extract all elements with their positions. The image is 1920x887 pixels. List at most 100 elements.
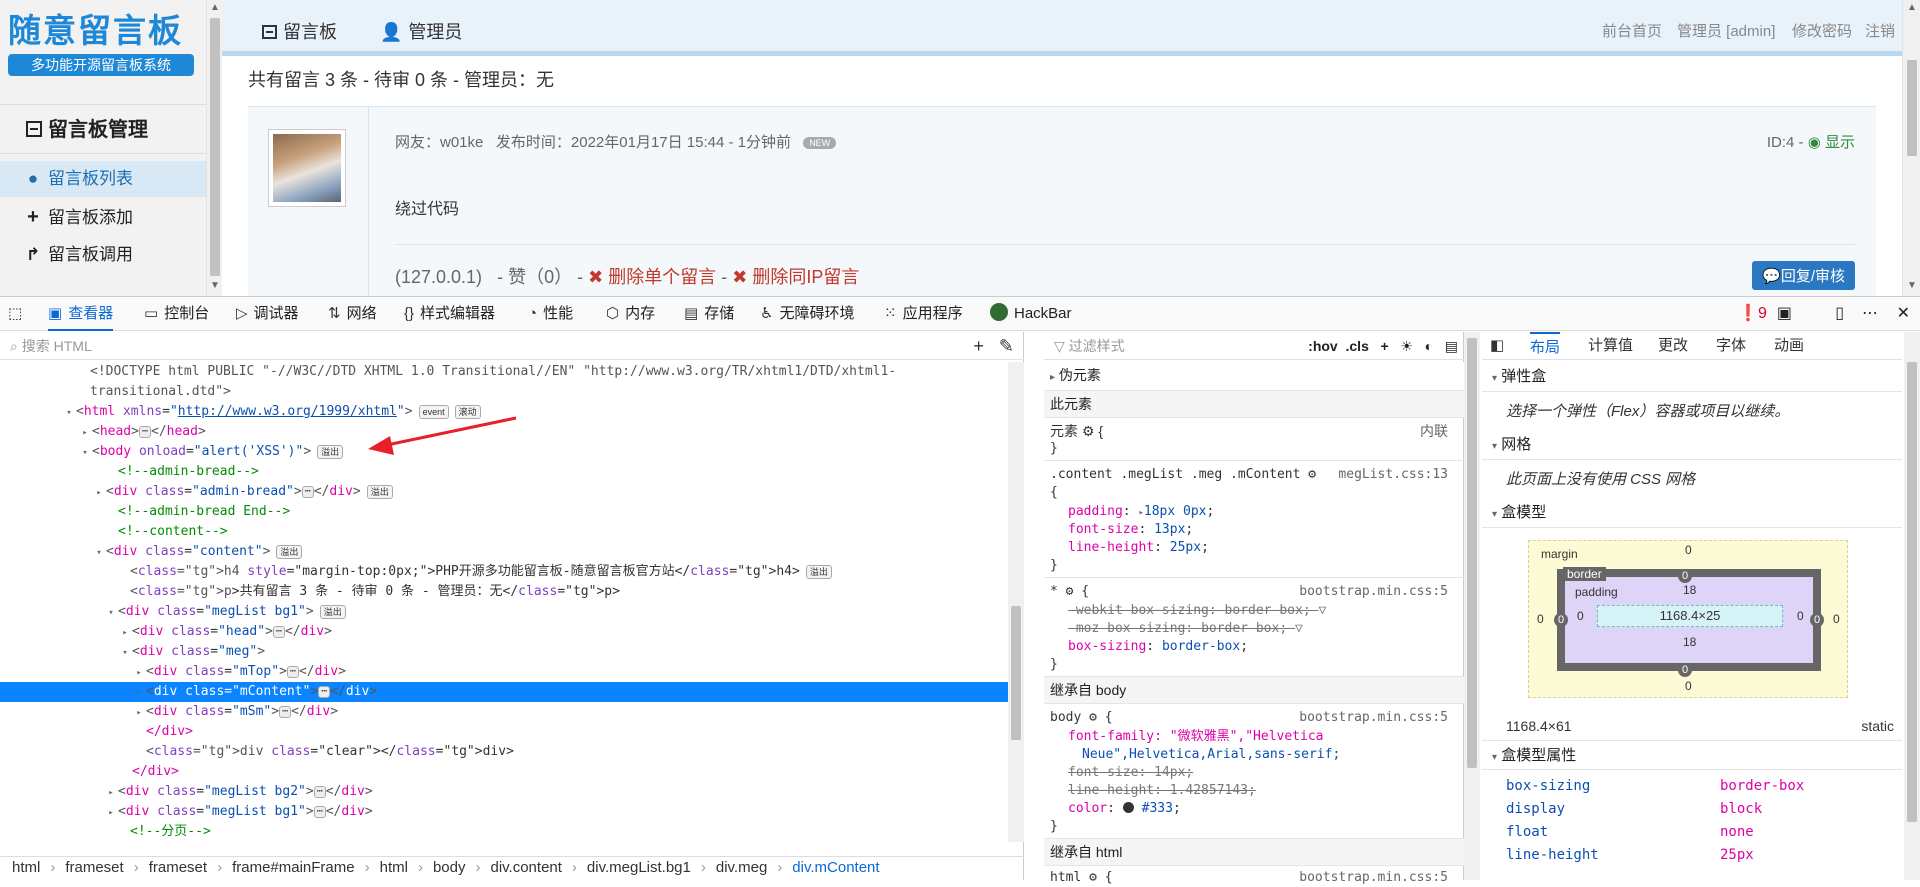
markup-node[interactable]: <class="tg">div class="clear"></class="t… [0,742,1008,762]
collapse-arrow-icon[interactable]: ▸ [132,683,146,703]
box-model-section-toggle[interactable]: ▾ 盒模型 [1482,498,1902,528]
add-node-icon[interactable]: + [973,336,984,356]
dark-theme-icon[interactable]: ◐ [1425,338,1433,354]
tab-computed[interactable]: 计算值 [1588,332,1633,360]
scroll-thumb[interactable] [1907,60,1917,156]
dock-icon[interactable]: ▯ [1835,297,1844,331]
markup-node[interactable]: ▾ <div class="content"> 溢出 [0,542,1008,562]
delete-same-ip-link[interactable]: ✖ 删除同IP留言 [732,267,859,287]
tab-fonts[interactable]: 字体 [1716,332,1746,360]
prop-font-family[interactable]: font-family: "微软雅黑","Helvetica [1068,728,1472,746]
prop-line-height-inherited[interactable]: line-height: 1.42857143; [1068,782,1472,800]
breadcrumb-item[interactable]: div.meg [716,859,767,876]
more-options-icon[interactable]: ⋯ [1862,297,1878,331]
html-search[interactable]: ⌕ 搜索 HTML + ✎ [0,332,1024,360]
breadcrumb-item[interactable]: body [433,859,466,876]
expand-arrow-icon[interactable]: ▾ [62,403,76,423]
gear-icon[interactable]: ⚙ [1082,423,1095,439]
breadcrumb-item[interactable]: div.megList.bg1 [587,859,691,876]
collapse-arrow-icon[interactable]: ▸ [104,783,118,803]
markup-scrollbar[interactable] [1008,362,1024,842]
border-bottom-value[interactable]: 0 [1678,663,1692,677]
node-badge[interactable]: 溢出 [319,604,346,619]
rule-body[interactable]: body ⚙ {bootstrap.min.css:5 [1050,709,1454,727]
margin-top-value[interactable]: 0 [1685,543,1692,557]
expand-arrow-icon[interactable]: ▾ [92,543,106,563]
grid-section-toggle[interactable]: ▾ 网格 [1482,430,1902,460]
markup-node[interactable]: ▸ <div class="head"> ⋯ </div> [0,622,1008,642]
breadcrumb-item[interactable]: frameset [65,859,123,876]
nav-admin-link[interactable]: 管理员 [admin] [1677,20,1775,41]
tab-memory[interactable]: ⬡ 内存 [606,297,655,331]
nav-logout-link[interactable]: 注销 [1865,20,1895,41]
rule-megList[interactable]: .content .megList .meg .mContent ⚙ megLis… [1050,466,1454,484]
tab-accessibility[interactable]: ♿ 无障碍环境 [760,297,854,331]
tab-console[interactable]: ▭ 控制台 [144,297,209,331]
node-badge[interactable]: event [418,404,449,419]
layout-scrollbar[interactable] [1904,332,1920,880]
print-media-icon[interactable]: ▤ [1445,338,1458,354]
node-badge[interactable]: 滚动 [454,404,481,419]
element-picker-icon[interactable]: ⬚ [8,297,22,331]
node-badge[interactable]: 溢出 [317,444,344,459]
box-props-toggle[interactable]: ▾ 盒模型属性 [1482,740,1902,770]
rules-filter[interactable]: ▽ 过滤样式 :hov .cls + ☀ ◐ ▤ [1044,332,1464,360]
tab-debugger[interactable]: ▷ 调试器 [236,297,299,331]
nav-admin[interactable]: 👤 管理员 [380,18,462,44]
markup-node[interactable]: </div> [0,722,1008,742]
nav-guestbook[interactable]: 留言板 [262,18,337,44]
nav-frontpage-link[interactable]: 前台首页 [1602,20,1662,41]
breadcrumb-item[interactable]: html [380,859,408,876]
tab-storage[interactable]: ▤ 存储 [684,297,734,331]
html-search-input[interactable]: 搜索 HTML [22,338,92,354]
cls-toggle[interactable]: .cls [1346,338,1369,354]
padding-right-value[interactable]: 0 [1797,609,1804,623]
markup-comment[interactable]: <!--分页--> [0,822,1008,842]
gear-icon[interactable]: ⚙ [1089,870,1097,885]
tab-animations[interactable]: 动画 [1774,332,1804,360]
margin-left-value[interactable]: 0 [1537,612,1544,626]
filter-icon[interactable]: ▽ [1318,602,1326,620]
collapse-arrow-icon[interactable]: ▸ [104,803,118,823]
node-badge[interactable]: 溢出 [366,484,393,499]
markup-doctype[interactable]: transitional.dtd"> [0,382,1008,402]
filter-icon[interactable]: ▽ [1295,620,1303,638]
sidebar-item-embed[interactable]: ↱ 留言板调用 [0,237,206,273]
markup-node[interactable]: <class="tg">p>共有留言 3 条 - 待审 0 条 - 管理员：无<… [0,582,1008,602]
markup-tree[interactable]: <!DOCTYPE html PUBLIC "-//W3C//DTD XHTML… [0,362,1008,842]
markup-node[interactable]: ▾ <div class="megList bg1"> 溢出 [0,602,1008,622]
breadcrumb-item[interactable]: frame#mainFrame [232,859,355,876]
scroll-thumb[interactable] [210,18,220,276]
prop-line-height[interactable]: line-height: 25px; [1068,539,1472,557]
rule-universal[interactable]: * ⚙ {bootstrap.min.css:5 [1050,583,1454,601]
color-swatch[interactable] [1122,802,1134,813]
markup-comment[interactable]: <!--admin-bread--> [0,462,1008,482]
scroll-up-icon[interactable]: ▲ [210,2,220,13]
rule-html[interactable]: html ⚙ {bootstrap.min.css:5 [1050,869,1454,887]
breadcrumb-item[interactable]: html [12,859,40,876]
markup-node[interactable]: ▾ <body onload="alert('XSS')"> 溢出 [0,442,1008,462]
collapse-arrow-icon[interactable]: ▸ [78,423,92,443]
show-toggle[interactable]: ◉ 显示 [1808,134,1855,151]
scroll-thumb[interactable] [1907,362,1917,822]
tab-style-editor[interactable]: {} 样式编辑器 [404,297,495,331]
scroll-thumb[interactable] [1467,338,1477,768]
sidebar-item-add[interactable]: + 留言板添加 [0,199,206,235]
pseudo-elements-toggle[interactable]: ▸ 伪元素 [1044,362,1464,392]
markup-comment[interactable]: <!--content--> [0,522,1008,542]
markup-node[interactable]: ▾ <div class="meg"> [0,642,1008,662]
prop-font-size-inherited[interactable]: font-size: 14px; [1068,764,1472,782]
tab-inspector[interactable]: ▣ 查看器 [48,297,114,331]
padding-left-value[interactable]: 0 [1577,609,1584,623]
responsive-icon[interactable]: ▣ [1777,297,1792,331]
prop-webkit-box-sizing[interactable]: -webkit-box-sizing: border-box; ▽ [1068,602,1472,620]
eyedropper-icon[interactable]: ✎ [999,336,1014,356]
error-count[interactable]: ❗ 9 [1738,297,1767,331]
breadcrumb-item[interactable]: frameset [149,859,207,876]
node-badge[interactable]: 溢出 [805,564,832,579]
light-theme-icon[interactable]: ☀ [1400,338,1413,354]
collapse-arrow-icon[interactable]: ▸ [132,663,146,683]
hov-toggle[interactable]: :hov [1308,338,1338,354]
markup-node[interactable]: ▸ <div class="megList bg1"> ⋯ </div> [0,802,1008,822]
main-frame-scrollbar[interactable]: ▲ ▼ [1902,0,1920,296]
